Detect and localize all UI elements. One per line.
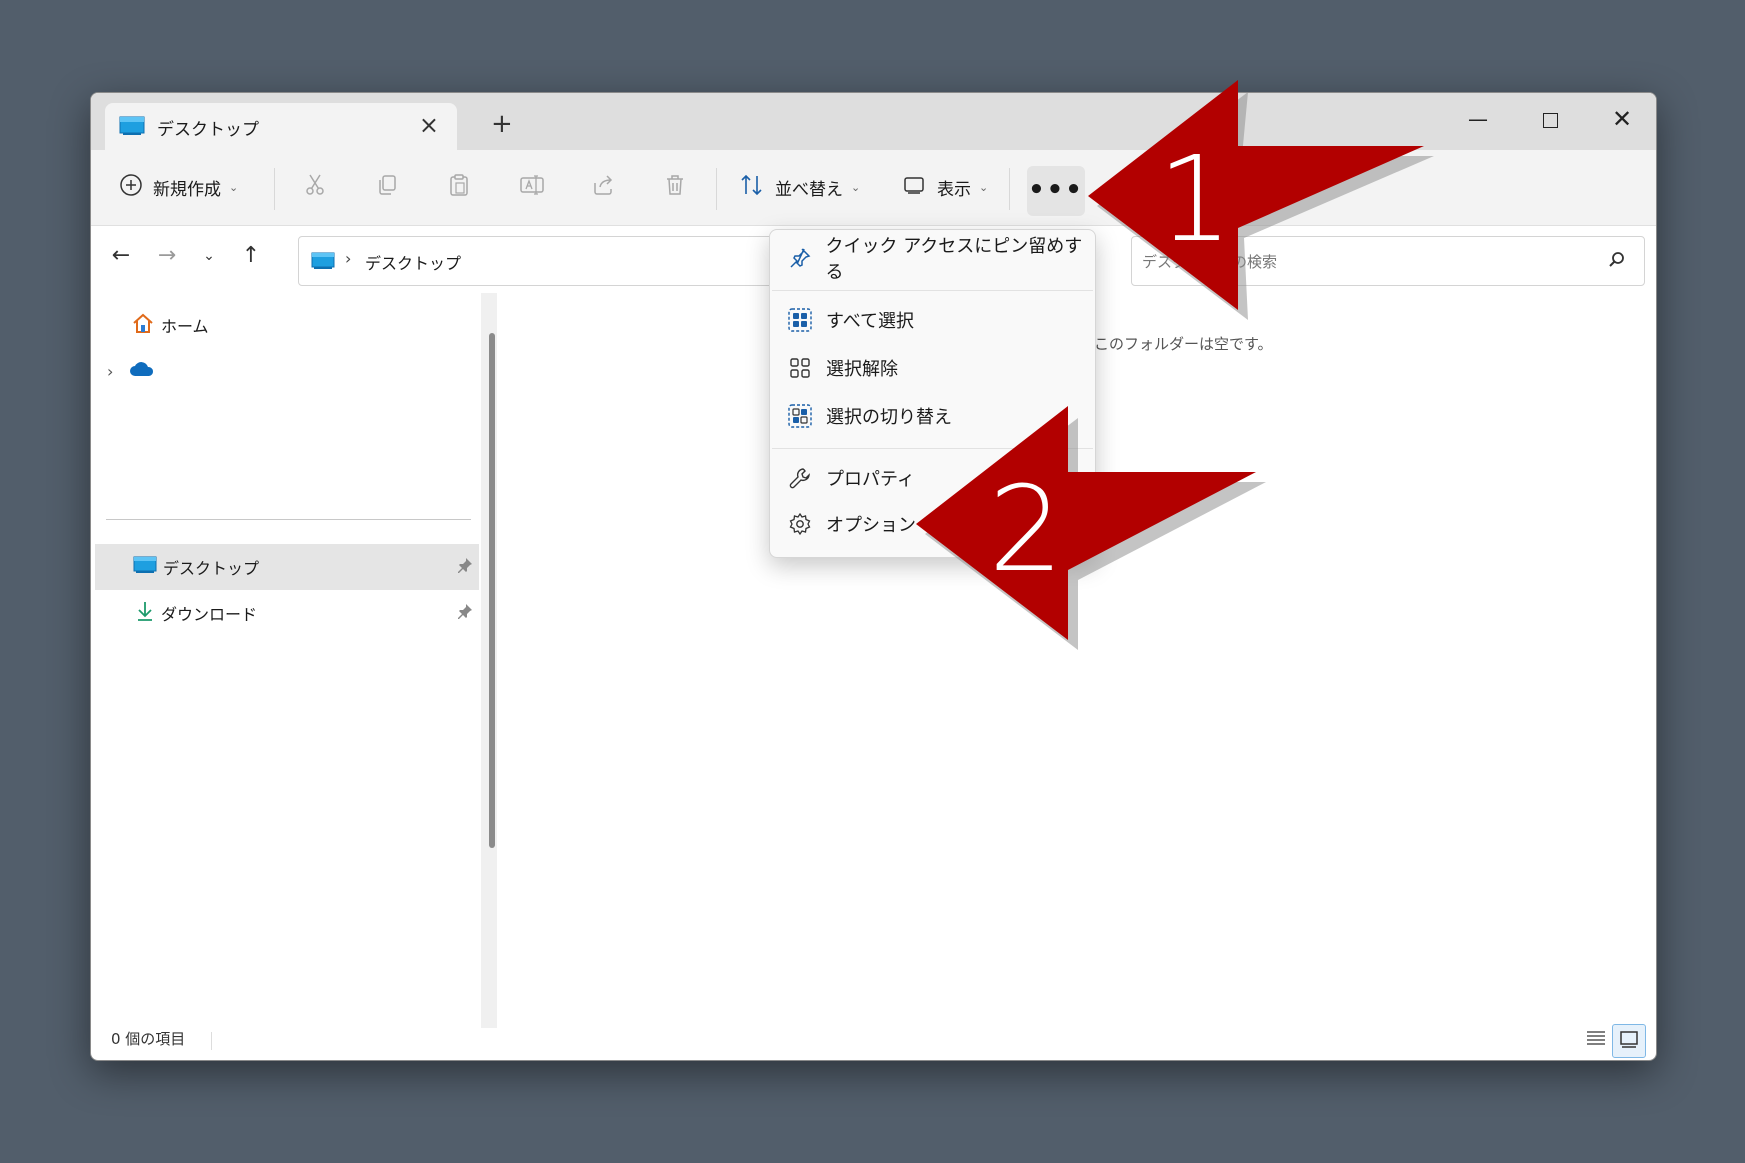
annotation-arrow-1 [1088,80,1434,320]
annotation-arrow-2 [916,406,1266,650]
annotation-step-1: 1 [1157,130,1232,268]
annotation-step-2: 2 [988,460,1063,598]
annotation-overlay: 1 2 [916,80,1434,650]
